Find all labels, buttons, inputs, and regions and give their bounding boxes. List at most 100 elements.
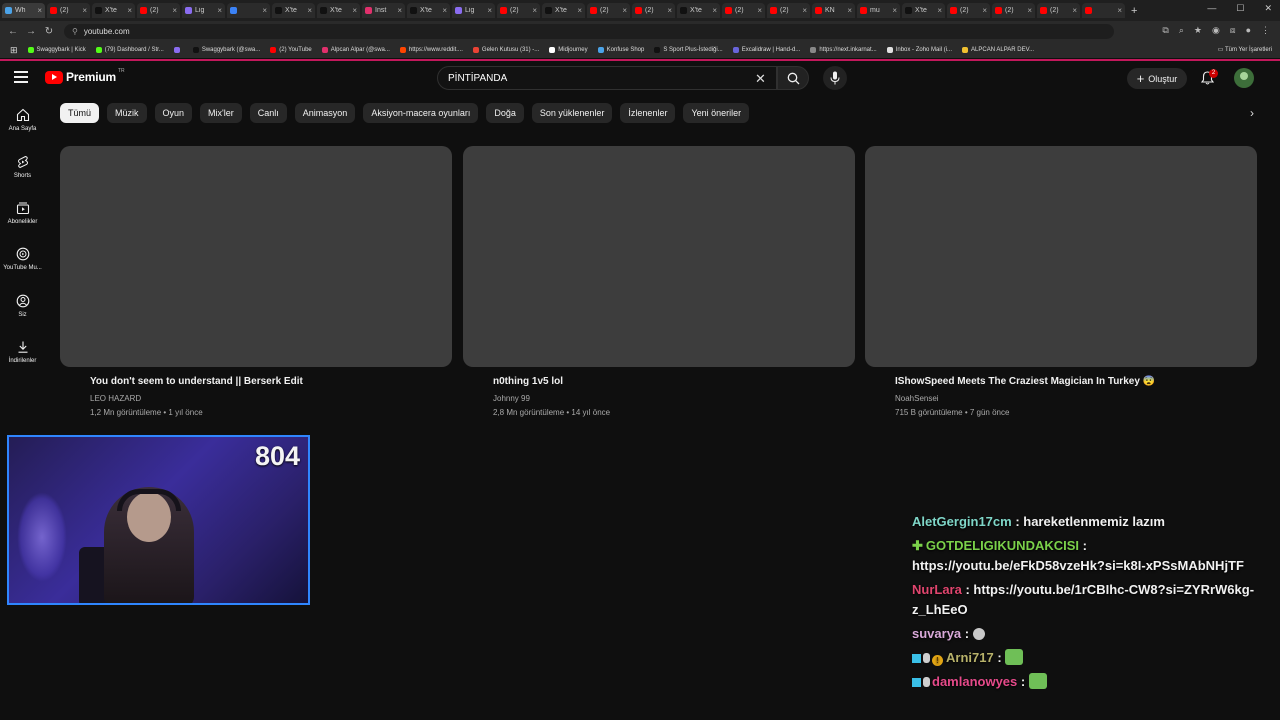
voice-search-button[interactable] xyxy=(823,66,847,90)
close-tab-icon[interactable]: × xyxy=(847,6,852,15)
browser-tab[interactable]: X'te × xyxy=(902,3,945,18)
bookmark-item[interactable]: ALPCAN ALPAR DEV... xyxy=(962,47,1034,53)
all-bookmarks-link[interactable]: ▭ Tüm Yer İşaretleri xyxy=(1218,46,1272,53)
avatar[interactable] xyxy=(1234,68,1254,88)
close-tab-icon[interactable]: × xyxy=(37,6,42,15)
chip-animation[interactable]: Animasyon xyxy=(294,103,356,123)
chip-all[interactable]: Tümü xyxy=(60,103,100,123)
browser-tab[interactable]: X'te × xyxy=(407,3,450,18)
bookmark-item[interactable]: Swaggybark | Kick xyxy=(27,47,86,53)
sidebar-item-downloads[interactable]: İndirilenler xyxy=(0,340,45,364)
close-tab-icon[interactable]: × xyxy=(442,6,447,15)
video-thumbnail[interactable] xyxy=(60,146,452,367)
video-card[interactable]: n0thing 1v5 lol Johnny 99 2,8 Mn görüntü… xyxy=(463,146,855,417)
chip-live[interactable]: Canlı xyxy=(249,103,287,123)
bookmark-star-icon[interactable]: ★ xyxy=(1194,25,1202,36)
profile-icon[interactable]: ● xyxy=(1246,25,1251,36)
browser-tab[interactable]: KN × xyxy=(812,3,855,18)
video-thumbnail[interactable] xyxy=(865,146,1257,367)
browser-tab[interactable]: × xyxy=(227,3,270,18)
install-icon[interactable]: ⧉ xyxy=(1162,25,1168,36)
browser-menu-icon[interactable]: ⋮ xyxy=(1261,25,1270,36)
close-tab-icon[interactable]: × xyxy=(937,6,942,15)
bookmark-item[interactable] xyxy=(173,47,183,53)
close-tab-icon[interactable]: × xyxy=(712,6,717,15)
extensions-puzzle-icon[interactable]: ⧈ xyxy=(1230,25,1236,36)
bookmark-item[interactable]: Swaggybark (@swa... xyxy=(192,47,260,53)
browser-tab[interactable]: × xyxy=(1082,3,1125,18)
browser-tab[interactable]: mu × xyxy=(857,3,900,18)
close-tab-icon[interactable]: × xyxy=(667,6,672,15)
browser-tab[interactable]: Lig × xyxy=(452,3,495,18)
bookmark-item[interactable]: Alpcan Alpar (@swa... xyxy=(321,47,390,53)
browser-tab[interactable]: İnst × xyxy=(362,3,405,18)
close-tab-icon[interactable]: × xyxy=(892,6,897,15)
video-title[interactable]: You don't seem to understand || Berserk … xyxy=(90,376,452,387)
search-button[interactable] xyxy=(777,66,809,90)
youtube-premium-logo[interactable]: Premium TR xyxy=(45,68,125,84)
bookmark-item[interactable]: Excalidraw | Hand-d... xyxy=(732,47,800,53)
close-tab-icon[interactable]: × xyxy=(307,6,312,15)
browser-tab[interactable]: (2) × xyxy=(137,3,180,18)
forward-icon[interactable]: → xyxy=(26,26,36,37)
browser-tab[interactable]: (2) × xyxy=(1037,3,1080,18)
chip-new-to-you[interactable]: Yeni öneriler xyxy=(683,103,750,123)
close-tab-icon[interactable]: × xyxy=(982,6,987,15)
browser-tab[interactable]: (2) × xyxy=(497,3,540,18)
search-input[interactable]: PİNTİPANDA xyxy=(437,66,777,90)
video-channel[interactable]: Johnny 99 xyxy=(493,394,855,403)
video-title[interactable]: n0thing 1v5 lol xyxy=(493,376,855,387)
chip-action-adventure[interactable]: Aksiyon-macera oyunları xyxy=(363,103,479,123)
url-field[interactable]: ⚲ youtube.com xyxy=(64,24,1114,39)
clear-search-icon[interactable]: ✕ xyxy=(755,71,766,87)
close-tab-icon[interactable]: × xyxy=(397,6,402,15)
close-tab-icon[interactable]: × xyxy=(1072,6,1077,15)
browser-tab[interactable]: (2) × xyxy=(722,3,765,18)
browser-tab[interactable]: (2) × xyxy=(992,3,1035,18)
video-card[interactable]: IShowSpeed Meets The Craziest Magician I… xyxy=(865,146,1257,417)
browser-tab[interactable]: Wh × xyxy=(2,3,45,18)
sidebar-item-youtube-music[interactable]: YouTube Mu... xyxy=(0,247,45,271)
chip-music[interactable]: Müzik xyxy=(107,103,147,123)
sidebar-item-subscriptions[interactable]: Abonelikler xyxy=(0,201,45,225)
close-tab-icon[interactable]: × xyxy=(622,6,627,15)
minimize-icon[interactable]: — xyxy=(1207,3,1216,14)
close-tab-icon[interactable]: × xyxy=(352,6,357,15)
bookmark-item[interactable]: Gelen Kutusu (31) -... xyxy=(472,47,539,53)
extension-icon[interactable]: ◉ xyxy=(1212,25,1220,36)
bookmark-item[interactable]: https://next.inkarnat... xyxy=(810,47,877,53)
site-info-icon[interactable]: ⚲ xyxy=(72,27,78,36)
browser-tab[interactable]: (2) × xyxy=(947,3,990,18)
close-tab-icon[interactable]: × xyxy=(82,6,87,15)
close-tab-icon[interactable]: × xyxy=(127,6,132,15)
chip-mixes[interactable]: Mix'ler xyxy=(200,103,242,123)
video-title[interactable]: IShowSpeed Meets The Craziest Magician I… xyxy=(895,376,1257,387)
bookmark-item[interactable]: https://www.reddit.... xyxy=(399,47,463,53)
chevron-right-icon[interactable]: › xyxy=(1250,106,1254,120)
browser-tab[interactable]: X'te × xyxy=(272,3,315,18)
zoom-icon[interactable]: ⌕ xyxy=(1179,25,1184,36)
close-tab-icon[interactable]: × xyxy=(532,6,537,15)
video-channel[interactable]: NoahSensei xyxy=(895,394,1257,403)
bookmark-item[interactable]: S Sport Plus-İstediği... xyxy=(654,47,723,53)
sidebar-item-shorts[interactable]: Shorts xyxy=(0,155,45,179)
close-tab-icon[interactable]: × xyxy=(577,6,582,15)
close-tab-icon[interactable]: × xyxy=(172,6,177,15)
sidebar-item-home[interactable]: Ana Sayfa xyxy=(0,108,45,132)
browser-tab[interactable]: (2) × xyxy=(47,3,90,18)
bookmark-item[interactable]: Inbox - Zoho Mail (i... xyxy=(886,47,952,53)
create-button[interactable]: + Oluştur xyxy=(1127,68,1187,89)
browser-tab[interactable]: (2) × xyxy=(587,3,630,18)
back-icon[interactable]: ← xyxy=(8,26,18,37)
new-tab-icon[interactable]: + xyxy=(1131,5,1137,17)
chip-recently-uploaded[interactable]: Son yüklenenler xyxy=(531,103,613,123)
chip-gaming[interactable]: Oyun xyxy=(154,103,193,123)
close-tab-icon[interactable]: × xyxy=(262,6,267,15)
apps-icon[interactable]: ⊞ xyxy=(10,45,18,56)
reload-icon[interactable]: ↻ xyxy=(44,26,54,37)
bookmark-item[interactable]: Midjourney xyxy=(549,47,588,53)
browser-tab[interactable]: X'te × xyxy=(677,3,720,18)
browser-tab[interactable]: X'te × xyxy=(542,3,585,18)
close-tab-icon[interactable]: × xyxy=(1027,6,1032,15)
chip-nature[interactable]: Doğa xyxy=(486,103,524,123)
